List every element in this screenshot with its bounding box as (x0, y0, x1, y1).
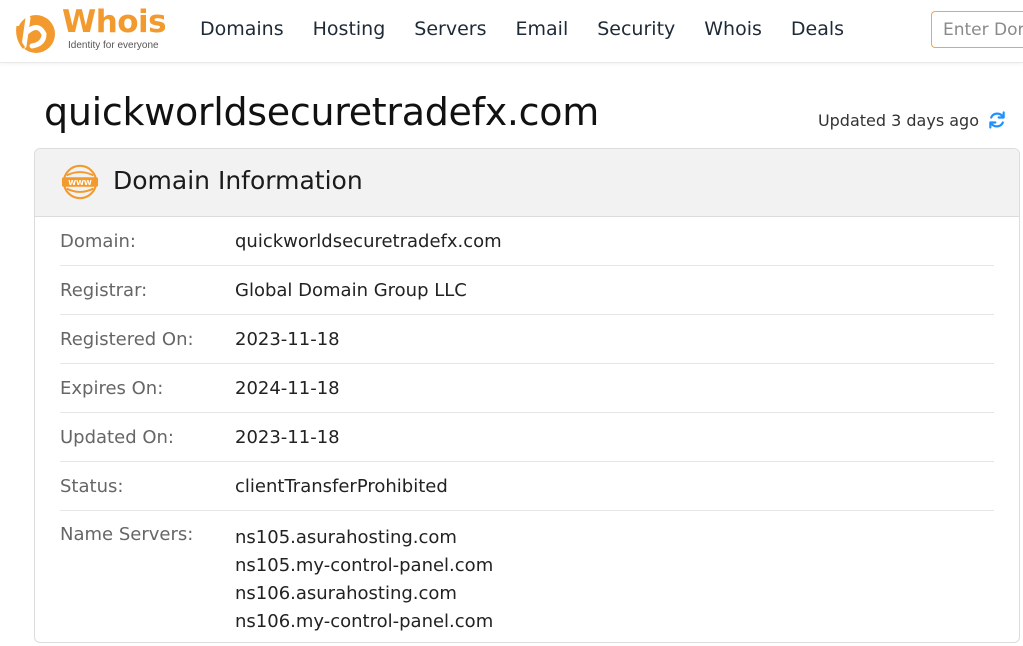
row-value: 2023-11-18 (235, 426, 340, 448)
row-label: Name Servers: (60, 524, 194, 545)
svg-text:WWW: WWW (68, 178, 92, 187)
card-title: Domain Information (113, 166, 363, 195)
name-server-list: ns105.asurahosting.com ns105.my-control-… (235, 524, 493, 636)
whois-logo[interactable]: Whois Identity for everyone (14, 4, 174, 54)
logo-mark-icon (16, 15, 55, 53)
nav-email[interactable]: Email (516, 18, 569, 40)
row-label: Domain: (60, 230, 136, 252)
row-label: Registered On: (60, 328, 194, 350)
row-expires-on: Expires On: 2024-11-18 (60, 364, 994, 413)
updated-text: Updated 3 days ago (817, 110, 979, 130)
page-title: quickworldsecuretradefx.com (44, 90, 599, 134)
domain-search-input[interactable] (931, 11, 1023, 48)
nav-deals[interactable]: Deals (791, 18, 844, 40)
www-icon: WWW (61, 164, 99, 200)
row-label: Registrar: (60, 279, 148, 301)
name-server: ns105.asurahosting.com (235, 527, 457, 548)
domain-info-card: WWW Domain Information Domain: quickworl… (34, 148, 1020, 643)
nav-servers[interactable]: Servers (414, 18, 486, 40)
nav-security[interactable]: Security (597, 18, 675, 40)
row-label: Status: (60, 475, 124, 497)
row-value: Global Domain Group LLC (235, 279, 467, 301)
updated-status: Updated 3 days ago (818, 110, 1007, 130)
row-registered-on: Registered On: 2023-11-18 (60, 315, 994, 364)
row-status: Status: clientTransferProhibited (60, 462, 994, 511)
name-server: ns105.my-control-panel.com (235, 555, 494, 576)
nav-hosting[interactable]: Hosting (313, 18, 386, 40)
row-value: quickworldsecuretradefx.com (235, 230, 502, 252)
logo-wordmark: Whois (62, 4, 167, 40)
card-header: WWW Domain Information (35, 149, 1019, 217)
info-rows: Domain: quickworldsecuretradefx.com Regi… (60, 217, 994, 636)
refresh-icon[interactable] (987, 110, 1007, 130)
site-header: Whois Identity for everyone Domains Host… (0, 0, 1023, 63)
row-updated-on: Updated On: 2023-11-18 (60, 413, 994, 462)
name-server: ns106.asurahosting.com (235, 583, 457, 604)
row-value: clientTransferProhibited (235, 475, 448, 497)
name-server: ns106.my-control-panel.com (235, 611, 494, 632)
row-label: Updated On: (60, 426, 174, 448)
row-registrar: Registrar: Global Domain Group LLC (60, 266, 994, 315)
row-value: 2024-11-18 (235, 377, 340, 399)
main-nav: Domains Hosting Servers Email Security W… (200, 18, 873, 40)
row-domain: Domain: quickworldsecuretradefx.com (60, 217, 994, 266)
row-label: Expires On: (60, 377, 164, 399)
row-name-servers: Name Servers: ns105.asurahosting.com ns1… (60, 511, 994, 636)
nav-whois[interactable]: Whois (704, 18, 762, 40)
nav-domains[interactable]: Domains (200, 18, 284, 40)
row-value: 2023-11-18 (235, 328, 340, 350)
logo-tagline: Identity for everyone (68, 40, 159, 51)
